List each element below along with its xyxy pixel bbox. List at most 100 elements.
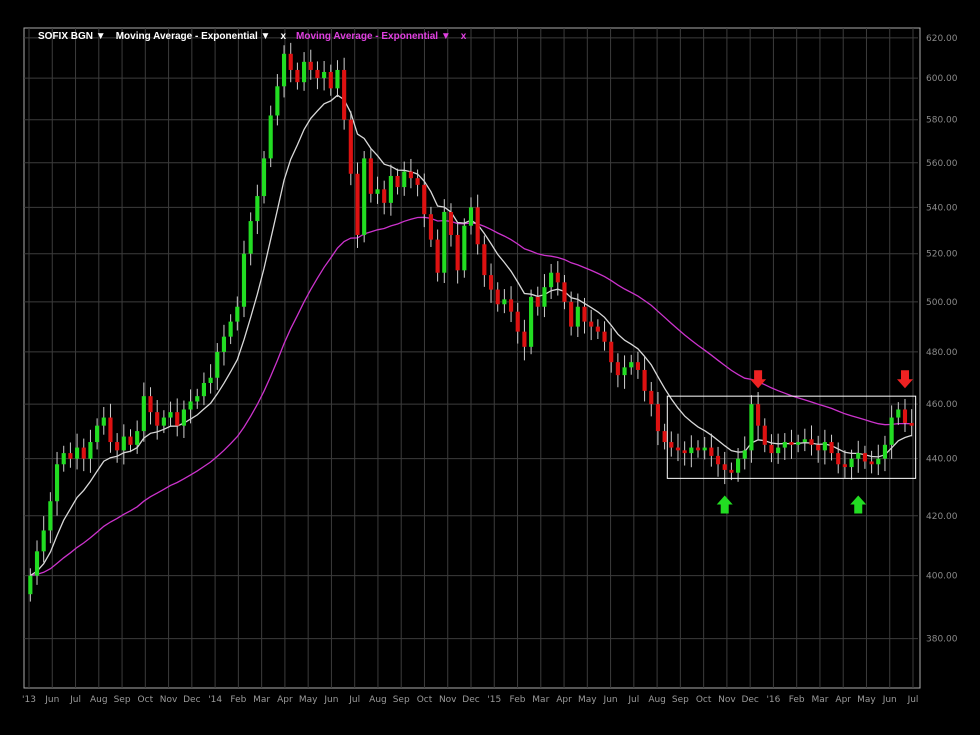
- candle-body: [382, 189, 387, 203]
- x-tick-label: Aug: [648, 695, 666, 705]
- candle-body: [141, 396, 146, 432]
- candle-body: [108, 417, 113, 443]
- ma2-close-button[interactable]: x: [461, 31, 467, 45]
- x-tick-label: Jul: [69, 695, 81, 705]
- candle-body: [695, 447, 701, 451]
- candle-body: [88, 442, 93, 459]
- candle-body: [375, 189, 380, 194]
- x-tick-label: Jul: [627, 695, 639, 705]
- candle-body: [248, 221, 253, 254]
- candle-body: [562, 282, 567, 302]
- candle-body: [228, 321, 233, 337]
- ma1-dropdown[interactable]: Moving Average - Exponential ▼: [116, 31, 271, 45]
- x-tick-label: Sep: [114, 695, 131, 705]
- candle-body: [649, 390, 654, 405]
- x-tick-label: Jun: [323, 695, 338, 705]
- candle-body: [749, 404, 754, 451]
- candle-body: [428, 214, 434, 240]
- x-tick-label: May: [299, 695, 318, 705]
- candle-body: [368, 158, 373, 194]
- x-tick-label: Jul: [348, 695, 360, 705]
- y-tick-label: 620.00: [926, 34, 958, 44]
- y-tick-label: 480.00: [926, 348, 958, 358]
- x-tick-label: Mar: [253, 695, 270, 705]
- candle-body: [715, 455, 721, 465]
- x-tick-label: '16: [766, 695, 780, 705]
- candle-body: [882, 444, 888, 459]
- candle-body: [468, 207, 474, 226]
- candle-body: [682, 450, 687, 454]
- price-chart[interactable]: 380.00 400.00 420.00 440.00 460.00 480.00 500.…: [0, 0, 980, 735]
- candle-body: [502, 299, 507, 305]
- candle-body: [702, 447, 707, 451]
- y-tick-label: 420.00: [926, 512, 958, 522]
- ma2-dropdown[interactable]: Moving Average - Exponential ▼: [296, 31, 451, 45]
- x-tick-label: '13: [22, 695, 36, 705]
- x-tick-label: Dec: [462, 695, 479, 705]
- x-axis: '13 Jun Jul Aug Sep Oct Nov Dec '14 Feb Mar Apr May J…: [22, 695, 918, 705]
- candle-body: [295, 69, 300, 83]
- candle-body: [522, 331, 527, 347]
- x-tick-label: Jun: [882, 695, 897, 705]
- candle-body: [849, 458, 854, 468]
- candle-body: [796, 442, 801, 445]
- candle-body: [535, 296, 540, 307]
- candle-body: [475, 207, 480, 245]
- candle-body: [302, 61, 307, 83]
- candle-body: [669, 442, 674, 448]
- x-tick-label: Feb: [230, 695, 246, 705]
- candle-body: [909, 422, 914, 426]
- y-axis: 380.00 400.00 420.00 440.00 460.00 480.00 500.…: [926, 34, 958, 645]
- candle-body: [488, 275, 494, 290]
- candle-body: [756, 404, 761, 426]
- candle-body: [722, 464, 727, 470]
- x-tick-label: Nov: [160, 695, 178, 705]
- candle-body: [135, 431, 140, 445]
- candle-body: [408, 171, 413, 179]
- candle-body: [261, 158, 267, 197]
- ma1-close-button[interactable]: x: [280, 31, 286, 45]
- candle-body: [856, 453, 861, 459]
- chart-frame: 380.00 400.00 420.00 440.00 460.00 480.00 500.…: [0, 0, 980, 735]
- candle-body: [602, 331, 607, 342]
- candle-body: [575, 306, 580, 327]
- candle-body: [422, 184, 427, 215]
- candle-body: [275, 86, 280, 116]
- x-tick-label: Dec: [183, 695, 200, 705]
- candle-body: [181, 409, 186, 426]
- candle-body: [335, 69, 340, 89]
- candle-body: [622, 367, 627, 376]
- y-tick-label: 520.00: [926, 250, 958, 260]
- x-tick-label: Nov: [439, 695, 457, 705]
- candle-body: [148, 396, 153, 413]
- x-tick-label: Jun: [603, 695, 618, 705]
- x-tick-label: Sep: [393, 695, 410, 705]
- candle-body: [54, 464, 60, 502]
- candle-body: [41, 530, 46, 552]
- symbol-dropdown[interactable]: SOFIX BGN ▼: [38, 31, 106, 45]
- candle-body: [235, 306, 240, 322]
- candle-body: [869, 461, 874, 465]
- candle-body: [508, 299, 514, 312]
- x-tick-label: Oct: [696, 695, 712, 705]
- candle-body: [662, 431, 667, 443]
- candle-body: [121, 436, 126, 451]
- x-tick-label: Oct: [138, 695, 154, 705]
- candle-body: [402, 171, 407, 188]
- candle-body: [889, 417, 894, 445]
- x-tick-label: Oct: [417, 695, 433, 705]
- candle-body: [609, 341, 614, 363]
- candle-body: [81, 447, 86, 459]
- y-tick-label: 500.00: [926, 298, 958, 308]
- candle-body: [168, 412, 173, 418]
- candle-body: [342, 69, 347, 120]
- candle-body: [395, 175, 400, 188]
- candle-body: [816, 444, 821, 451]
- candle-body: [415, 178, 420, 185]
- x-tick-label: Aug: [90, 695, 108, 705]
- candle-body: [549, 272, 554, 288]
- candle-body: [482, 244, 487, 276]
- candle-body: [776, 447, 781, 454]
- candle-body: [829, 442, 834, 454]
- candle-body: [635, 362, 640, 370]
